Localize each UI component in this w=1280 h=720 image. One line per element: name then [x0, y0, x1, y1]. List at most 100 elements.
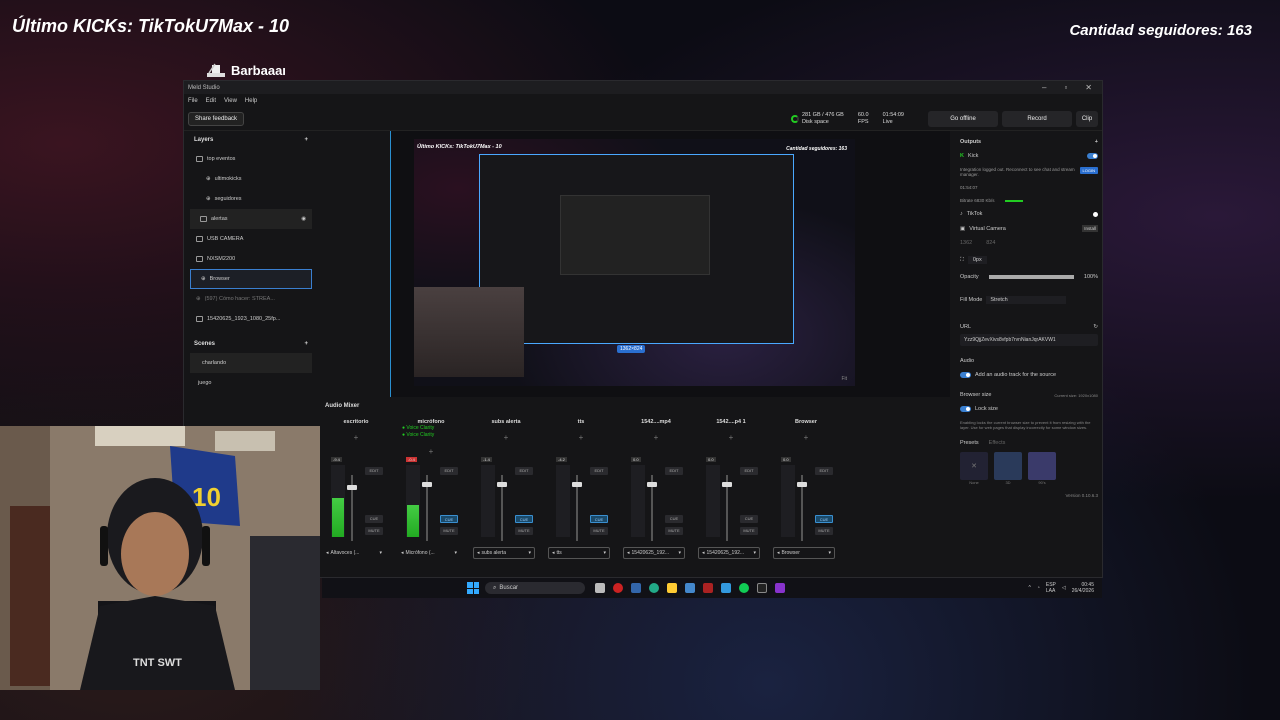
fader-knob[interactable]	[647, 482, 657, 487]
cue-button[interactable]: CUE	[365, 515, 383, 523]
selected-browser-layer[interactable]	[479, 154, 794, 344]
effects-tab[interactable]: Effects	[989, 440, 1006, 446]
radius-field[interactable]: 0px	[967, 256, 987, 264]
output-virtual-camera[interactable]: ▣ Virtual Camera Install	[954, 221, 1102, 236]
fader-knob[interactable]	[347, 485, 357, 490]
stream-preview[interactable]: Último KICKs: TikTokU7Max - 10 Cantidad …	[414, 139, 855, 386]
close-icon[interactable]: ✕	[1085, 83, 1092, 92]
vscode-icon[interactable]	[685, 583, 695, 593]
install-button[interactable]: Install	[1082, 225, 1098, 232]
output-select[interactable]: ◂ Altavoces (... ▾	[323, 547, 385, 559]
fill-mode-select[interactable]: Stretch	[986, 296, 1067, 304]
mute-button[interactable]: MUTE	[440, 527, 458, 535]
volume-icon[interactable]: ◁	[1062, 585, 1066, 591]
language-indicator[interactable]: ESP LAA	[1046, 582, 1056, 594]
width-field[interactable]: 1362	[960, 240, 972, 246]
store-icon[interactable]	[721, 583, 731, 593]
app-icon[interactable]	[631, 583, 641, 593]
cue-button[interactable]: CUE	[440, 515, 458, 523]
edit-button[interactable]: EDIT	[815, 467, 833, 475]
add-effect-icon[interactable]: +	[473, 433, 539, 442]
cue-button[interactable]: CUE	[590, 515, 608, 523]
layer-ultimokicks[interactable]: ⊕ ultimokicks	[186, 169, 316, 189]
mute-button[interactable]: MUTE	[815, 527, 833, 535]
scene-charlando[interactable]: charlando	[190, 353, 312, 373]
menu-file[interactable]: File	[188, 98, 198, 104]
share-feedback-button[interactable]: Share feedback	[188, 111, 245, 126]
audio-track-toggle[interactable]	[960, 372, 971, 378]
fit-selector[interactable]: Fit	[841, 376, 847, 382]
layer-alertas[interactable]: alertas ◉	[190, 209, 312, 229]
file-explorer-icon[interactable]	[667, 583, 677, 593]
output-kick[interactable]: K Kick	[954, 149, 1102, 163]
taskbar-search[interactable]: ⌕ Buscar	[485, 582, 585, 594]
layer-video-1542[interactable]: 15420625_1923_1080_25fp...	[186, 309, 316, 329]
clip-button[interactable]: Clip	[1076, 110, 1098, 127]
refresh-icon[interactable]: ↻	[1093, 324, 1098, 330]
voice-clarity-effect[interactable]: ● Voice Clarity	[398, 432, 464, 439]
edit-button[interactable]: EDIT	[365, 467, 383, 475]
cue-button[interactable]: CUE	[665, 515, 683, 523]
output-select[interactable]: ◂ tts ▾	[548, 547, 610, 559]
opera-icon[interactable]	[613, 583, 623, 593]
channel-name[interactable]: 1542....p4 1	[698, 417, 764, 425]
output-select[interactable]: ◂ Browser ▾	[773, 547, 835, 559]
add-effect-icon[interactable]: +	[398, 447, 464, 456]
mute-button[interactable]: MUTE	[665, 527, 683, 535]
app-icon[interactable]	[703, 583, 713, 593]
layer-nxsm2200[interactable]: NXSM2200	[186, 249, 316, 269]
channel-name[interactable]: tts	[548, 417, 614, 425]
add-layer-icon[interactable]: +	[304, 137, 308, 143]
record-button[interactable]: Record	[1002, 110, 1072, 127]
add-effect-icon[interactable]: +	[548, 433, 614, 442]
channel-name[interactable]: micrófono	[398, 417, 464, 425]
edge-icon[interactable]	[649, 583, 659, 593]
fader-knob[interactable]	[497, 482, 507, 487]
channel-name[interactable]: Browser	[773, 417, 839, 425]
lock-size-toggle[interactable]	[960, 406, 971, 412]
cue-button[interactable]: CUE	[515, 515, 533, 523]
output-select[interactable]: ◂ Micrófono (... ▾	[398, 547, 460, 559]
mute-button[interactable]: MUTE	[740, 527, 758, 535]
mute-button[interactable]: MUTE	[590, 527, 608, 535]
edit-button[interactable]: EDIT	[665, 467, 683, 475]
mute-button[interactable]: MUTE	[515, 527, 533, 535]
scene-juego[interactable]: juego	[186, 373, 316, 393]
channel-name[interactable]: 1542....mp4	[623, 417, 689, 425]
layer-usb-camera[interactable]: USB CAMERA	[186, 229, 316, 249]
meld-studio-icon[interactable]	[775, 583, 785, 593]
menu-edit[interactable]: Edit	[206, 98, 216, 104]
layer-seguidores[interactable]: ⊕ seguidores	[186, 189, 316, 209]
opacity-slider[interactable]	[988, 275, 1074, 279]
opacity-value[interactable]: 100%	[1084, 274, 1098, 280]
preview-canvas[interactable]: Último KICKs: TikTokU7Max - 10 Cantidad …	[390, 131, 950, 397]
go-offline-button[interactable]: Go offline	[928, 110, 998, 127]
maximize-icon[interactable]: ▫	[1064, 83, 1067, 92]
add-effect-icon[interactable]: +	[623, 433, 689, 442]
fader-knob[interactable]	[722, 482, 732, 487]
output-select[interactable]: ◂ subs alerta ▾	[473, 547, 535, 559]
edit-button[interactable]: EDIT	[590, 467, 608, 475]
network-icon[interactable]: ◔	[1037, 585, 1040, 591]
edit-button[interactable]: EDIT	[740, 467, 758, 475]
layer-video-597[interactable]: ⊕ (597) Cómo hacer: STREA...	[186, 289, 316, 309]
edit-button[interactable]: EDIT	[515, 467, 533, 475]
output-select[interactable]: ◂ 15420625_192... ▾	[698, 547, 760, 559]
output-select[interactable]: ◂ 15420625_192... ▾	[623, 547, 685, 559]
preset-3d[interactable]: 3D	[994, 452, 1022, 485]
fader-knob[interactable]	[422, 482, 432, 487]
mute-button[interactable]: MUTE	[365, 527, 383, 535]
fader-knob[interactable]	[572, 482, 582, 487]
layer-top-eventos[interactable]: top eventos	[186, 149, 316, 169]
menu-view[interactable]: View	[224, 98, 237, 104]
preset-90s[interactable]: 90's	[1028, 452, 1056, 485]
visibility-icon[interactable]: ◉	[301, 216, 306, 222]
fader-knob[interactable]	[797, 482, 807, 487]
clock[interactable]: 00:45 26/4/2026	[1072, 582, 1094, 594]
add-effect-icon[interactable]: +	[773, 433, 839, 442]
task-view-icon[interactable]	[595, 583, 605, 593]
kick-login-button[interactable]: LOGIN	[1079, 167, 1098, 174]
presets-tab[interactable]: Presets	[960, 440, 979, 446]
chevron-up-icon[interactable]: ^	[1028, 585, 1030, 591]
edit-button[interactable]: EDIT	[440, 467, 458, 475]
